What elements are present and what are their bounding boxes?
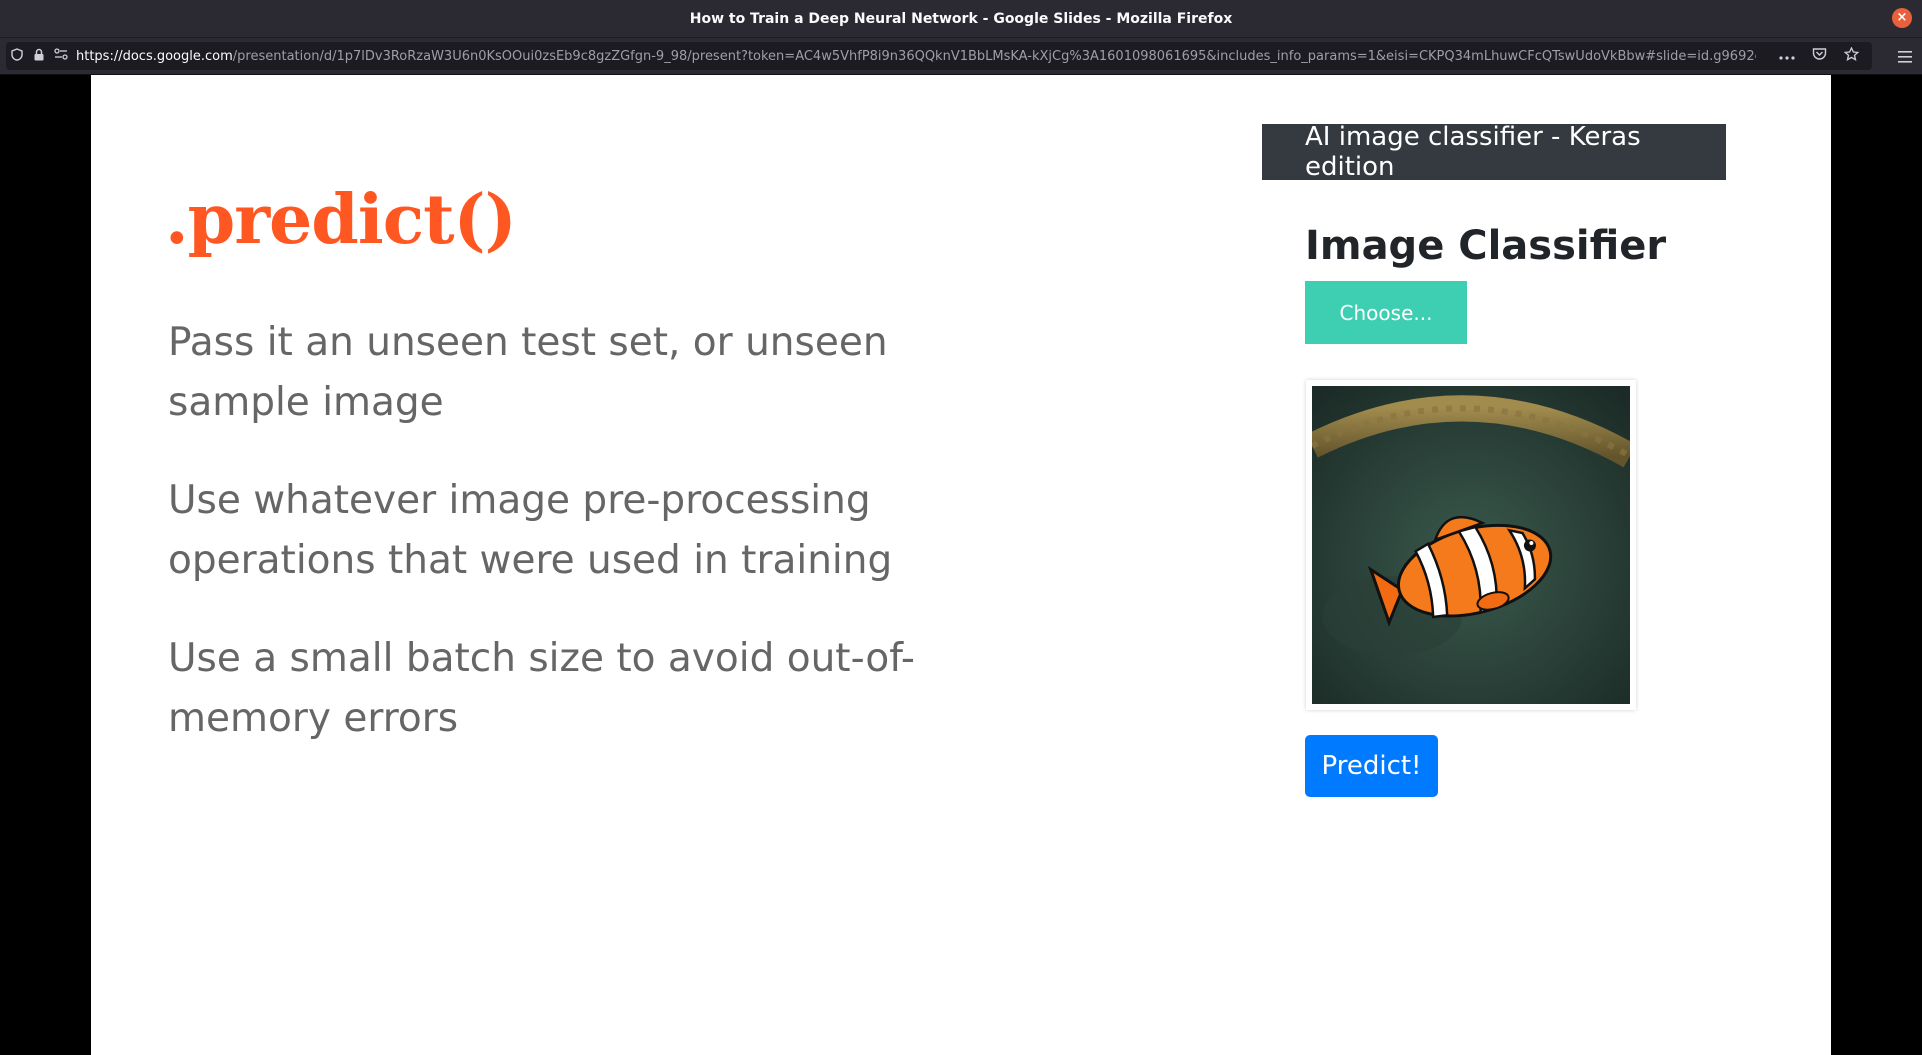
- pocket-icon[interactable]: [1808, 47, 1830, 65]
- menu-icon[interactable]: [1898, 48, 1912, 67]
- close-window-button[interactable]: ×: [1892, 8, 1912, 28]
- presentation-slide[interactable]: .predict() Pass it an unseen test set, o…: [91, 75, 1831, 1055]
- url-host: https://docs.google.com: [76, 48, 233, 64]
- choose-file-label: Choose...: [1339, 300, 1433, 325]
- url-path: /presentation/d/1p7lDv3RoRzaW3U6n0KsOOui…: [232, 48, 1756, 64]
- url-actions: [1776, 42, 1862, 70]
- predict-button[interactable]: Predict!: [1305, 735, 1438, 797]
- navigation-bar: https://docs.google.com/presentation/d/1…: [0, 38, 1922, 75]
- app-navbar: AI image classifier - Keras edition: [1262, 122, 1726, 182]
- choose-file-button[interactable]: Choose...: [1305, 281, 1467, 344]
- bullet-text: Use whatever image pre-processing operat…: [168, 478, 893, 583]
- shield-icon[interactable]: [6, 47, 28, 65]
- slide-title: .predict(): [165, 180, 517, 260]
- slide-bullets: Pass it an unseen test set, or unseen sa…: [168, 313, 928, 787]
- bookmark-star-icon[interactable]: [1840, 46, 1862, 65]
- app-title: Image Classifier: [1305, 223, 1667, 269]
- app-navbar-title: AI image classifier - Keras edition: [1305, 122, 1641, 182]
- bullet-text: Use a small batch size to avoid out-of-m…: [168, 636, 915, 741]
- clownfish-image: [1312, 386, 1630, 704]
- more-icon[interactable]: [1776, 49, 1798, 64]
- permissions-icon[interactable]: [50, 48, 72, 64]
- lock-icon[interactable]: [28, 48, 50, 65]
- predict-label: Predict!: [1321, 751, 1422, 781]
- close-icon: ×: [1896, 10, 1908, 25]
- window-titlebar: How to Train a Deep Neural Network - Goo…: [0, 0, 1922, 38]
- image-preview: [1306, 380, 1636, 710]
- url-text[interactable]: https://docs.google.com/presentation/d/1…: [76, 49, 1756, 64]
- window-title: How to Train a Deep Neural Network - Goo…: [689, 10, 1233, 27]
- url-bar[interactable]: https://docs.google.com/presentation/d/1…: [6, 42, 1872, 70]
- bullet-text: Pass it an unseen test set, or unseen sa…: [168, 320, 888, 425]
